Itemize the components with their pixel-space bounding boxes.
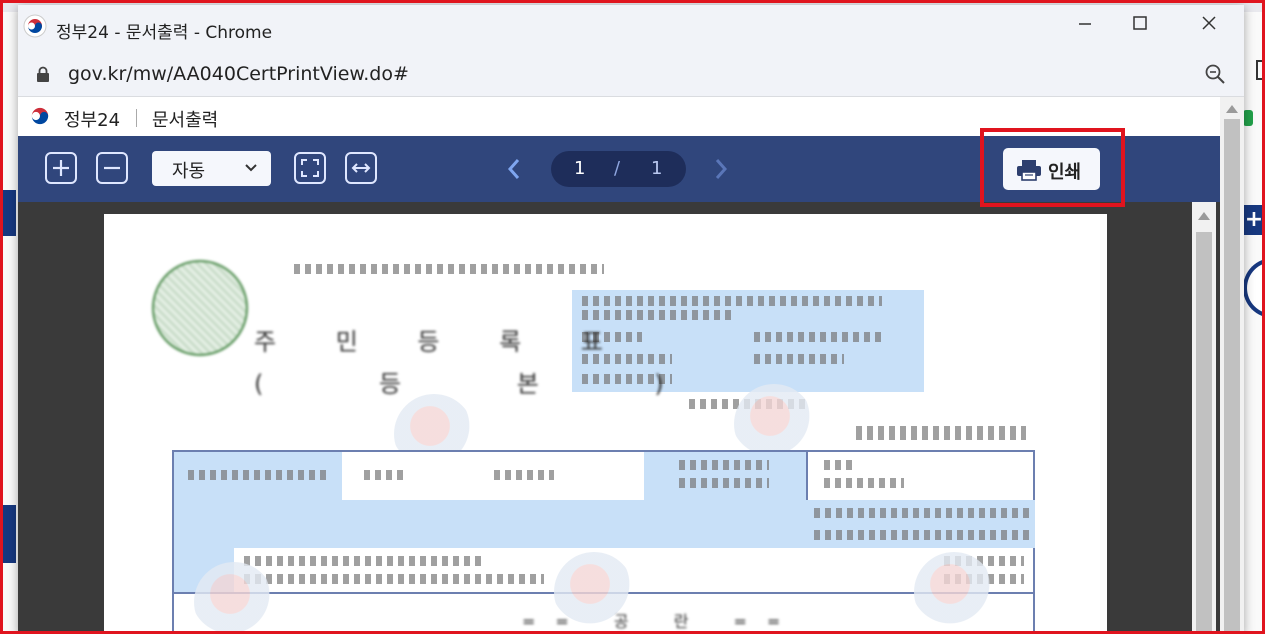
- document-text-line: [582, 310, 732, 320]
- maximize-icon: [1133, 16, 1147, 30]
- page-scrollbar[interactable]: [1220, 97, 1244, 634]
- background-nav-bar: [0, 190, 16, 236]
- background-plus-icon: +: [1243, 205, 1265, 235]
- address-bar[interactable]: gov.kr/mw/AA040CertPrintView.do#: [18, 52, 1244, 97]
- document-text-line: [754, 332, 884, 342]
- document-text-line: [754, 354, 844, 364]
- table-cell-text: [824, 478, 904, 488]
- magnifier-icon[interactable]: [1204, 63, 1226, 85]
- close-icon: [1202, 16, 1216, 30]
- fit-page-button[interactable]: [294, 152, 326, 184]
- scrollbar-thumb[interactable]: [1196, 232, 1212, 632]
- current-page-input[interactable]: 1: [574, 158, 585, 179]
- page-title: 문서출력: [152, 110, 219, 131]
- popup-window: 정부24 - 문서출력 - Chrome gov.kr/mw/AA040Cert…: [18, 5, 1244, 634]
- table-cell-text: [679, 460, 769, 470]
- zoom-out-icon: [104, 166, 120, 170]
- table-cell-text: [814, 530, 1029, 540]
- zoom-select[interactable]: 자동: [152, 151, 271, 186]
- document-text-line: [582, 296, 882, 306]
- document-subtitle: ( 등 본 ): [254, 370, 718, 398]
- minimize-button[interactable]: [1070, 15, 1100, 41]
- table-cell-text: [814, 508, 1029, 518]
- table-cell-text: [244, 574, 544, 584]
- fit-width-button[interactable]: [345, 152, 377, 184]
- background-sidepanel-icon: [1256, 60, 1265, 80]
- document-text-line: [294, 264, 604, 274]
- background-circle-icon: [1243, 258, 1265, 318]
- fit-page-icon: [301, 159, 319, 177]
- header-divider: [136, 109, 137, 127]
- scrollbar-thumb[interactable]: [1224, 119, 1240, 631]
- lock-icon: [37, 66, 49, 82]
- document-title: 주 민 등 록 표: [254, 328, 629, 356]
- watermark-emblem: [914, 552, 994, 632]
- window-title: 정부24 - 문서출력 - Chrome: [56, 23, 273, 43]
- page-separator: /: [614, 158, 621, 179]
- chevron-down-icon: [245, 164, 257, 172]
- title-bar: 정부24 - 문서출력 - Chrome: [18, 5, 1244, 52]
- total-pages: 1: [651, 158, 663, 179]
- previous-page-button[interactable]: [507, 158, 521, 180]
- zoom-select-value: 자동: [172, 161, 206, 182]
- document-page: 주 민 등 록 표 ( 등 본 ) == 공 란 ==: [104, 214, 1107, 634]
- document-issuer-line: [856, 426, 1026, 440]
- table-cell-text: [244, 556, 484, 566]
- url-text[interactable]: gov.kr/mw/AA040CertPrintView.do#: [68, 63, 409, 85]
- zoom-in-button[interactable]: [45, 152, 77, 184]
- scroll-up-icon[interactable]: [1198, 212, 1210, 220]
- table-cell-text: [824, 460, 854, 470]
- table-cell-text: [188, 470, 328, 480]
- fit-width-icon: [351, 163, 371, 173]
- background-nav-bar-lower: [0, 505, 16, 563]
- zoom-out-button[interactable]: [96, 152, 128, 184]
- document-table: [172, 450, 1035, 634]
- minimize-icon: [1079, 23, 1091, 25]
- page-indicator: 1 / 1: [551, 151, 686, 187]
- table-cell-text: [679, 478, 769, 488]
- official-seal-icon: [152, 260, 248, 356]
- next-page-button[interactable]: [714, 158, 728, 180]
- close-window-button[interactable]: [1194, 15, 1224, 41]
- document-scrollbar[interactable]: [1192, 202, 1216, 634]
- site-brand[interactable]: 정부24: [64, 106, 120, 132]
- watermark-emblem: [194, 562, 274, 634]
- gov24-logo-icon[interactable]: [26, 102, 54, 130]
- scroll-up-icon[interactable]: [1226, 105, 1238, 113]
- table-divider: [806, 452, 808, 500]
- table-cell-text: [494, 470, 554, 480]
- gov24-logo-icon: [23, 14, 47, 38]
- document-viewer[interactable]: 주 민 등 록 표 ( 등 본 ) == 공 란 ==: [18, 202, 1220, 634]
- zoom-in-icon: [53, 160, 69, 176]
- highlight-annotation: [980, 128, 1125, 207]
- table-cell-text: [364, 470, 404, 480]
- document-footer: == 공 란 ==: [522, 612, 801, 631]
- maximize-button[interactable]: [1125, 15, 1155, 41]
- background-extension-icon: [1243, 110, 1253, 126]
